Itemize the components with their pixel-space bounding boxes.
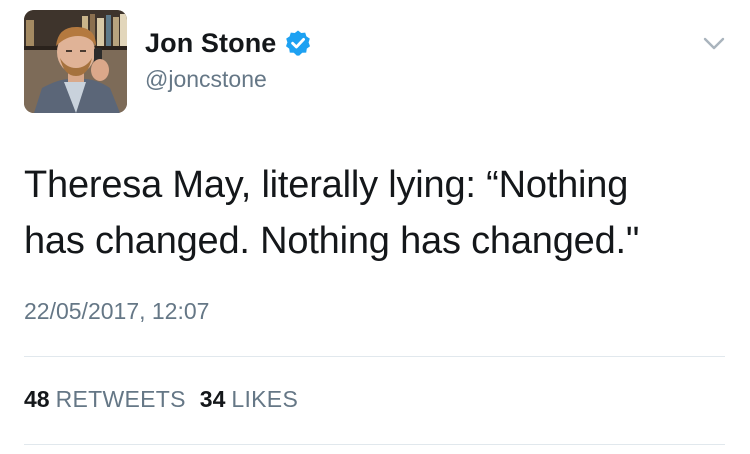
retweets-stat[interactable]: 48 RETWEETS <box>24 386 186 413</box>
tweet-text-line: Theresa May, literally lying: “Nothing <box>24 164 629 206</box>
chevron-down-icon[interactable] <box>702 34 726 54</box>
avatar-photo <box>24 10 127 113</box>
author-handle[interactable]: @joncstone <box>145 66 267 93</box>
author-display-name[interactable]: Jon Stone <box>145 28 276 59</box>
verified-badge-icon <box>284 29 312 57</box>
author-name-row: Jon Stone <box>145 26 312 60</box>
retweets-label: RETWEETS <box>55 386 186 412</box>
divider <box>24 356 725 357</box>
retweets-count: 48 <box>24 386 50 412</box>
likes-label: LIKES <box>231 386 299 412</box>
divider <box>24 444 725 445</box>
tweet-card: Jon Stone @joncstone Theresa May, litera… <box>0 0 750 454</box>
avatar[interactable] <box>24 10 127 113</box>
likes-count: 34 <box>199 386 226 412</box>
tweet-text-line: has changed. Nothing has changed." <box>24 220 640 262</box>
tweet-stats: 48 RETWEETS 34 LIKES <box>24 386 312 413</box>
likes-stat[interactable]: 34 LIKES <box>200 386 298 413</box>
tweet-timestamp[interactable]: 22/05/2017, 12:07 <box>24 298 209 325</box>
tweet-text: Theresa May, literally lying: “Nothing h… <box>24 157 724 269</box>
